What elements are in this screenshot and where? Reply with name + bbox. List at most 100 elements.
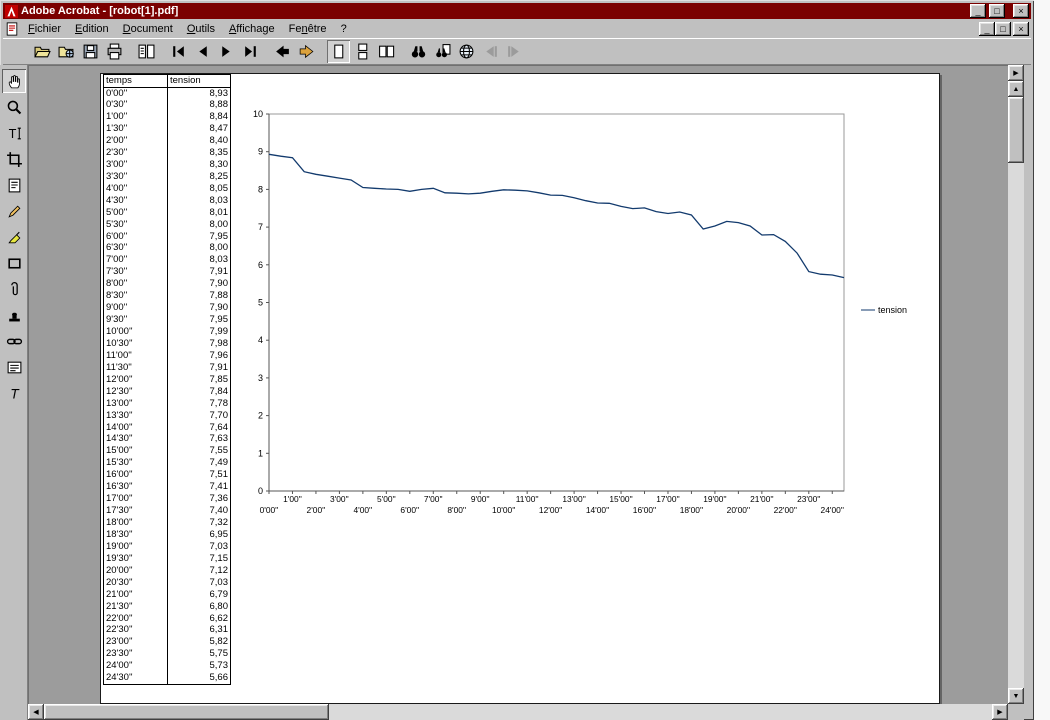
hand-tool[interactable]	[2, 69, 26, 93]
globe-icon	[459, 44, 474, 59]
search-web-button[interactable]	[455, 40, 478, 63]
open-button[interactable]	[31, 40, 54, 63]
menu-outils[interactable]: Outils	[180, 21, 222, 37]
layout-continuous-button[interactable]	[351, 40, 374, 63]
tension-cell: 6,79	[209, 588, 229, 600]
table-row: 16'00'' 7,51	[103, 469, 231, 481]
first-icon	[173, 46, 184, 57]
last-page-button[interactable]	[239, 40, 262, 63]
y-axis-label: 4	[258, 335, 263, 345]
pencil-icon	[7, 205, 20, 218]
next-page-button[interactable]	[215, 40, 238, 63]
temps-cell: 9'00''	[103, 301, 168, 314]
square-tool[interactable]	[2, 251, 26, 275]
find-button[interactable]	[407, 40, 430, 63]
prev-highlight-button	[479, 40, 502, 63]
crop-tool[interactable]	[2, 147, 26, 171]
layout-facing-button[interactable]	[375, 40, 398, 63]
temps-cell: 15'00''	[103, 445, 168, 458]
vertical-scroll-thumb[interactable]	[1008, 97, 1024, 163]
touchup-icon: T	[10, 385, 20, 401]
x-axis-label: 6'00''	[400, 505, 419, 515]
arrow-right-icon	[299, 44, 314, 59]
scroll-up-button[interactable]: ▲	[1008, 81, 1024, 97]
temps-cell: 23'00''	[103, 636, 168, 649]
highlight-tool[interactable]	[2, 225, 26, 249]
minimize-button[interactable]: _	[970, 4, 986, 18]
menu-edition[interactable]: Edition	[68, 21, 116, 37]
scroll-down-button[interactable]: ▼	[1008, 688, 1024, 704]
horizontal-scroll-thumb[interactable]	[44, 704, 329, 720]
maximize-button[interactable]: □	[989, 4, 1005, 18]
menu-affichage[interactable]: Affichage	[222, 21, 282, 37]
mdi-minimize-button[interactable]: _	[979, 22, 995, 36]
x-axis-label: 22'00''	[774, 505, 798, 515]
x-axis-label: 1'00''	[283, 494, 302, 504]
horizontal-scrollbar[interactable]: ◀ ▶	[28, 704, 1008, 720]
y-axis-label: 2	[258, 411, 263, 421]
table-row: 8'00'' 7,90	[103, 278, 231, 290]
touchup-text-tool[interactable]: T	[2, 381, 26, 405]
temps-cell: 17'30''	[103, 504, 168, 517]
table-row: 0'00'' 8,93	[103, 87, 231, 99]
prev-page-button[interactable]	[191, 40, 214, 63]
tension-cell: 8,40	[209, 135, 229, 147]
temps-cell: 12'30''	[103, 385, 168, 398]
attach-tool[interactable]	[2, 277, 26, 301]
scroll-left-button[interactable]: ◀	[28, 704, 44, 720]
navpane-toggle-button[interactable]	[135, 40, 158, 63]
temps-cell: 24'30''	[103, 672, 168, 684]
close-button[interactable]: ×	[1013, 4, 1029, 18]
menu-fichier[interactable]: Fichier	[21, 21, 68, 37]
toolbar-separator	[127, 41, 134, 63]
temps-cell: 21'30''	[103, 600, 168, 613]
pane-arrow-button[interactable]: ▶	[1008, 65, 1024, 81]
next-view-button[interactable]	[295, 40, 318, 63]
tension-cell: 7,03	[209, 540, 229, 552]
prev-view-button[interactable]	[271, 40, 294, 63]
menu-document[interactable]: Document	[116, 21, 180, 37]
table-row: 20'30'' 7,03	[103, 576, 231, 589]
table-row: 3'00'' 8,30	[103, 158, 231, 171]
save-button[interactable]	[79, 40, 102, 63]
link-tool[interactable]	[2, 329, 26, 353]
document-area: temps tension 0'00'' 8,93 0'30'' 8,88 1'00''…	[28, 65, 1008, 704]
scroll-right-button[interactable]: ▶	[992, 704, 1008, 720]
temps-cell: 22'30''	[103, 624, 168, 637]
crop-icon	[6, 151, 22, 167]
x-axis-label: 23'00''	[797, 494, 821, 504]
form-tool[interactable]	[2, 355, 26, 379]
menu-aide[interactable]: ?	[334, 21, 354, 37]
menu-fenetre[interactable]: Fenêtre	[282, 21, 334, 37]
table-row: 2'30'' 8,35	[103, 146, 231, 159]
open-web-button[interactable]	[55, 40, 78, 63]
hand-icon	[8, 74, 20, 88]
tension-header: tension	[167, 74, 231, 88]
folder-open-icon	[34, 46, 51, 58]
temps-cell: 10'30''	[103, 337, 168, 350]
vertical-scrollbar[interactable]: ▶ ▲ ▼	[1008, 65, 1024, 704]
text-select-tool[interactable]: T	[2, 121, 26, 145]
print-button[interactable]	[103, 40, 126, 63]
tension-cell: 7,70	[209, 409, 229, 421]
temps-cell: 12'00''	[103, 373, 168, 386]
zoom-tool[interactable]	[2, 95, 26, 119]
note-tool[interactable]	[2, 173, 26, 197]
temps-cell: 1'30''	[103, 122, 168, 135]
table-row: 21'00'' 6,79	[103, 588, 231, 601]
x-axis-label: 5'00''	[377, 494, 396, 504]
table-row: 24'30'' 5,66	[103, 672, 231, 684]
x-axis-label: 20'00''	[727, 505, 751, 515]
tension-cell: 8,88	[209, 99, 229, 111]
layout-single-button[interactable]	[327, 40, 350, 63]
stamp-tool[interactable]	[2, 303, 26, 327]
pencil-tool[interactable]	[2, 199, 26, 223]
first-page-button[interactable]	[167, 40, 190, 63]
x-axis-label: 21'00''	[750, 494, 774, 504]
mdi-close-button[interactable]: ×	[1013, 22, 1029, 36]
table-row: 19'00'' 7,03	[103, 540, 231, 553]
search-button[interactable]	[431, 40, 454, 63]
temps-cell: 19'00''	[103, 540, 168, 553]
y-axis-label: 7	[258, 222, 263, 232]
mdi-restore-button[interactable]: □	[995, 22, 1011, 36]
